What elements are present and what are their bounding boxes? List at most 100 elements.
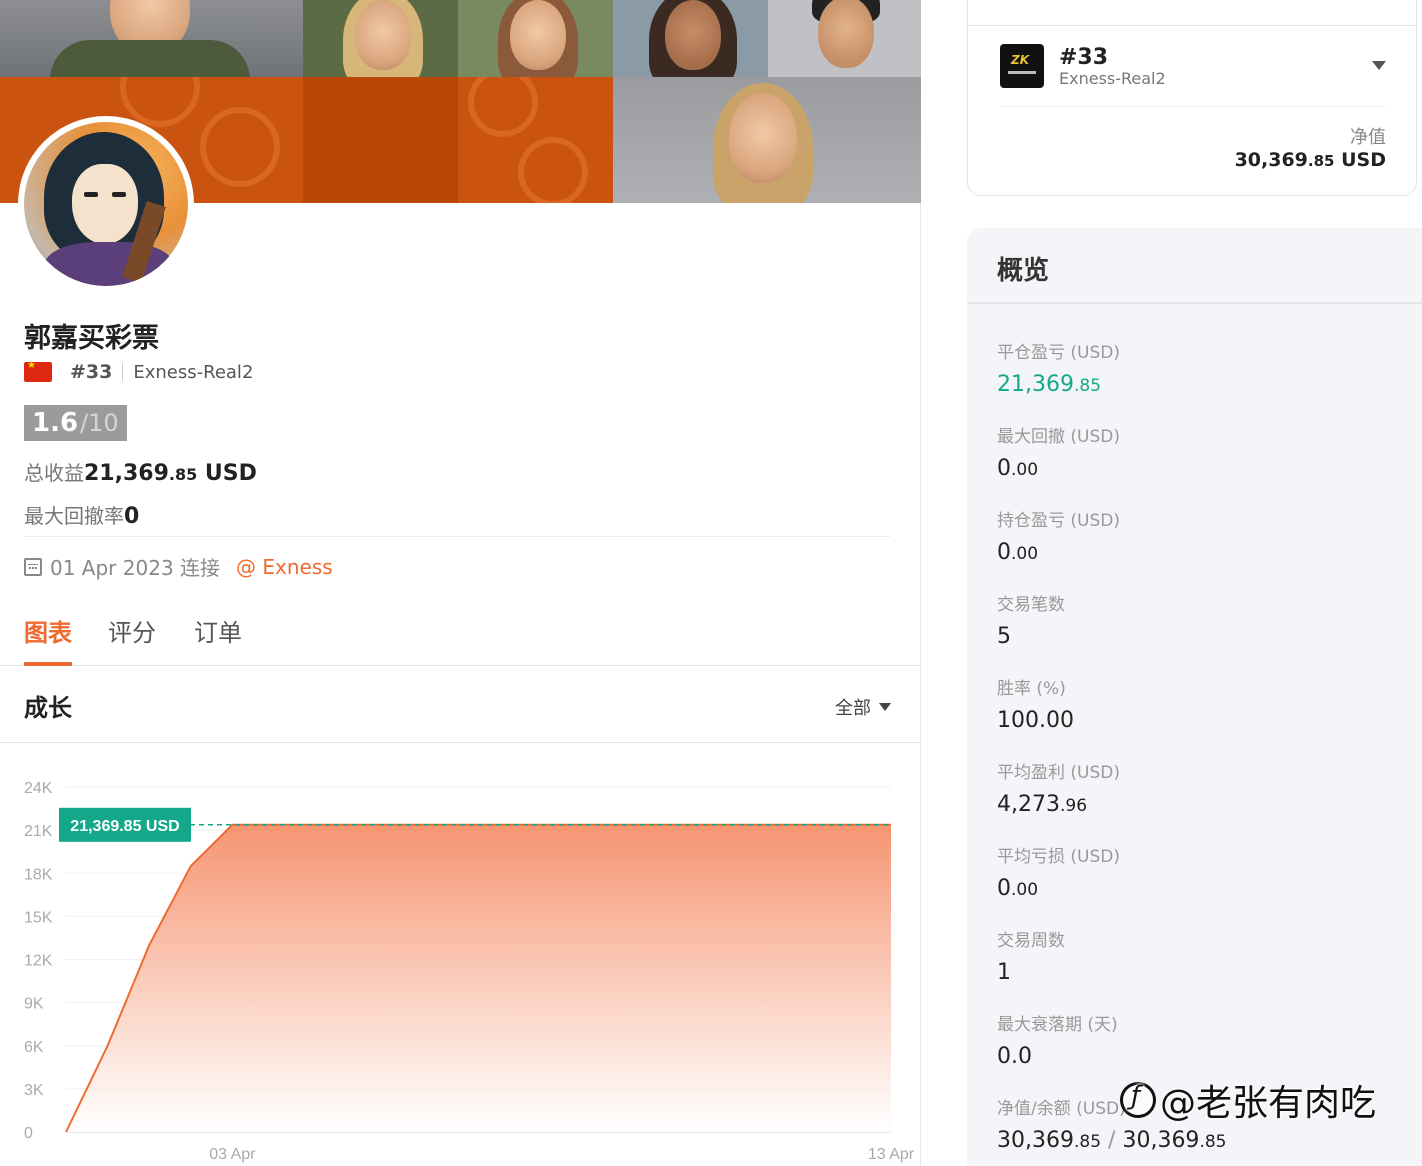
growth-chart: 0 3K 6K 9K 12K 15K 18K 21K 24K 03 Apr 13 Apr 21,369… — [0, 744, 921, 1166]
account-id-row: #33 Exness-Real2 — [24, 358, 253, 386]
current-value-label: 21,369.85 USD — [70, 818, 179, 835]
profile-panel: 郭嘉买彩票 #33 Exness-Real2 1.6 /10 总收益21,369… — [0, 0, 921, 1166]
max-drawdown-value: 0 — [124, 504, 140, 529]
range-filter-label: 全部 — [835, 698, 871, 719]
overview-value: 0.00 — [997, 456, 1120, 481]
total-profit-unit: USD — [204, 461, 257, 486]
avatar[interactable] — [18, 116, 194, 292]
banner-photo-2 — [303, 0, 458, 77]
chevron-down-icon — [879, 703, 891, 711]
total-profit-cents: .85 — [168, 465, 198, 484]
username: 郭嘉买彩票 — [24, 323, 159, 354]
exness-logo-icon — [1000, 44, 1044, 88]
overview-value: 5 — [997, 624, 1065, 649]
y-tick-label: 3K — [24, 1082, 44, 1099]
score-max: /10 — [80, 409, 119, 437]
value-int: 4,273 — [997, 792, 1060, 817]
account-card-server: Exness-Real2 — [1059, 69, 1166, 88]
overview-max-decline-days: 最大衰落期 (天) 0.0 — [997, 1010, 1118, 1069]
value-cents-2: .85 — [1199, 1132, 1227, 1152]
score-badge: 1.6 /10 — [24, 405, 127, 441]
calendar-icon — [24, 557, 42, 576]
y-tick-label: 9K — [24, 996, 44, 1013]
overview-avg-profit: 平均盈利 (USD) 4,273.96 — [997, 758, 1120, 817]
equity-unit: USD — [1341, 149, 1386, 171]
overview-value: 0.00 — [997, 876, 1120, 901]
value-cents: .85 — [1073, 1132, 1102, 1152]
overview-label: 平均亏损 (USD) — [997, 847, 1120, 867]
value-int: 21,369 — [997, 372, 1074, 397]
account-switch-dropdown[interactable] — [1372, 61, 1386, 70]
slash: / — [1108, 1128, 1116, 1153]
x-tick-label: 13 Apr — [868, 1146, 915, 1163]
overview-label: 最大回撤 (USD) — [997, 427, 1120, 447]
overview-label: 交易笔数 — [997, 595, 1065, 615]
value-cents: .00 — [1011, 460, 1039, 480]
value-int: 0 — [997, 456, 1011, 481]
score-value: 1.6 — [32, 408, 79, 438]
tab-bar: 图表 评分 订单 — [0, 605, 921, 666]
growth-chart-svg: 0 3K 6K 9K 12K 15K 18K 21K 24K 03 Apr 13 Apr 21,369… — [24, 780, 915, 1163]
watermark-text: @老张有肉吃 — [1160, 1083, 1377, 1124]
tab-chart[interactable]: 图表 — [24, 613, 72, 648]
broker-link[interactable]: @ Exness — [236, 555, 333, 579]
tab-orders[interactable]: 订单 — [194, 613, 242, 648]
value-int: 0 — [997, 876, 1011, 901]
divider — [968, 25, 1416, 26]
connected-row: 01 Apr 2023 连接 @ Exness — [24, 552, 333, 581]
overview-value: 0.0 — [997, 1044, 1118, 1069]
value-int: 30,369 — [997, 1128, 1074, 1153]
banner-photo-1 — [0, 0, 303, 77]
overview-open-pnl: 持仓盈亏 (USD) 0.00 — [997, 506, 1120, 565]
total-profit-int: 21,369 — [84, 461, 169, 486]
y-tick-label: 0 — [24, 1125, 33, 1142]
value-cents: .85 — [1073, 376, 1102, 396]
overview-closed-pnl: 平仓盈亏 (USD) 21,369.85 — [997, 338, 1120, 397]
max-drawdown-label: 最大回撤率 — [24, 504, 124, 528]
overview-value: 30,369.85 / 30,369.85 — [997, 1128, 1226, 1153]
total-profit: 总收益21,369.85 USD — [24, 457, 257, 486]
value-int: 1 — [997, 960, 1011, 985]
overview-value: 21,369.85 — [997, 372, 1120, 397]
value-cents: .00 — [1011, 544, 1039, 564]
total-profit-label: 总收益 — [24, 461, 84, 485]
y-tick-label: 15K — [24, 909, 53, 926]
equity-label: 净值 — [1350, 127, 1386, 148]
growth-title: 成长 — [24, 694, 72, 722]
value-int-2: 30,369 — [1122, 1128, 1200, 1153]
overview-value: 100.00 — [997, 708, 1074, 733]
overview-win-rate: 胜率 (%) 100.00 — [997, 674, 1074, 733]
y-tick-label: 18K — [24, 866, 53, 883]
equity-cents: .85 — [1307, 152, 1335, 170]
x-tick-label: 03 Apr — [209, 1146, 256, 1163]
account-number: #33 — [70, 361, 113, 383]
value-int: 0.0 — [997, 1044, 1032, 1069]
overview-trade-count: 交易笔数 5 — [997, 590, 1065, 649]
y-tick-label: 21K — [24, 823, 53, 840]
overview-label: 交易周数 — [997, 931, 1065, 951]
range-filter-dropdown[interactable]: 全部 — [835, 694, 891, 720]
series-area — [66, 824, 891, 1132]
overview-title: 概览 — [997, 256, 1050, 286]
overview-label: 最大衰落期 (天) — [997, 1015, 1118, 1035]
overview-label: 持仓盈亏 (USD) — [997, 511, 1120, 531]
banner-pattern-2 — [303, 77, 458, 203]
equity-int: 30,369 — [1234, 149, 1308, 171]
account-card-number: #33 — [1059, 45, 1109, 70]
tab-rating[interactable]: 评分 — [108, 613, 156, 648]
overview-avg-loss: 平均亏损 (USD) 0.00 — [997, 842, 1120, 901]
growth-header: 成长 全部 — [0, 666, 921, 743]
banner-photo-3 — [458, 0, 613, 77]
overview-value: 4,273.96 — [997, 792, 1120, 817]
banner-photo-6 — [613, 77, 921, 203]
divider — [24, 536, 890, 537]
equity-value: 30,369.85 USD — [1235, 149, 1386, 171]
avatar-image — [24, 122, 188, 286]
overview-value: 1 — [997, 960, 1065, 985]
y-tick-label: 12K — [24, 953, 53, 970]
account-card: #33 Exness-Real2 净值 30,369.85 USD — [967, 0, 1417, 196]
page-root: 郭嘉买彩票 #33 Exness-Real2 1.6 /10 总收益21,369… — [0, 0, 1422, 1166]
overview-max-drawdown: 最大回撤 (USD) 0.00 — [997, 422, 1120, 481]
y-tick-label: 6K — [24, 1039, 44, 1056]
banner-photo-5 — [768, 0, 921, 77]
